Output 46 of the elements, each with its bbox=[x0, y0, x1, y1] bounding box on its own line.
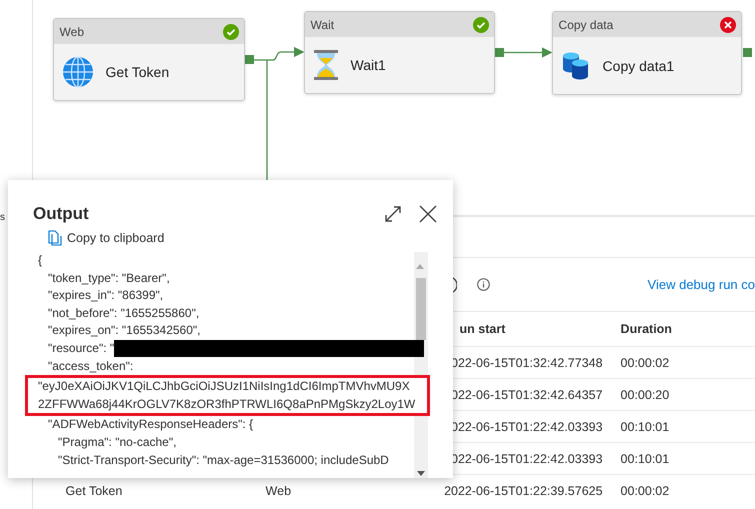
copy-icon bbox=[48, 230, 62, 246]
table-cell-text: 00:10:01 bbox=[620, 420, 670, 434]
code-line: "expires_in": "86399", bbox=[47, 287, 164, 304]
info-icon[interactable] bbox=[476, 278, 490, 291]
code-line: "ADFWebActivityResponseHeaders": { bbox=[47, 416, 254, 434]
table-cell-text: 022-06-15T01:22:42.03393 bbox=[450, 420, 604, 434]
close-icon[interactable] bbox=[417, 203, 439, 225]
activity-type: Copy data bbox=[558, 18, 614, 32]
activity-name: Wait1 bbox=[350, 57, 386, 73]
table-cell-text: 00:00:20 bbox=[620, 388, 670, 402]
table-cell-text: 00:00:02 bbox=[620, 356, 670, 370]
code-line: "expires_on": "1655342560", bbox=[47, 322, 200, 340]
code-line: "Strict-Transport-Security": "max-age=31536000; includeSubD bbox=[57, 452, 389, 469]
table-cell-text: 022-06-15T01:32:42.64357 bbox=[450, 388, 604, 402]
activity-type: Wait bbox=[310, 18, 334, 32]
scroll-thumb[interactable] bbox=[416, 278, 426, 340]
table-cell-text: 022-06-15T01:32:42.77348 bbox=[450, 356, 604, 370]
code-line: "not_before": "1655255860", bbox=[47, 304, 200, 322]
activity-node[interactable]: Copy data Copy data1 bbox=[552, 11, 742, 95]
activity-node[interactable]: Wait Wait1 bbox=[304, 11, 495, 94]
code-line: { bbox=[38, 252, 42, 269]
code-line: "token_type": "Bearer", bbox=[47, 270, 170, 287]
scroll-down-icon[interactable] bbox=[417, 471, 425, 476]
table-cell-text: 00:00:02 bbox=[620, 484, 670, 498]
sidebar-label: s bbox=[0, 212, 6, 223]
column-header[interactable]: Duration bbox=[610, 322, 755, 336]
code-line: "Pragma": "no-cache", bbox=[57, 434, 176, 451]
table-cell-text: 2022-06-15T01:22:39.57625 bbox=[444, 484, 604, 498]
code-line: "resource": " bbox=[47, 340, 114, 357]
table-cell-text: Web bbox=[266, 484, 292, 498]
code-line: "access_token": bbox=[47, 358, 134, 375]
table-cell-text: 00:10:01 bbox=[620, 452, 670, 466]
activity-name: Copy data1 bbox=[602, 58, 674, 74]
copy-to-clipboard-button[interactable]: Copy to clipboard bbox=[48, 230, 164, 246]
table-cell-text: Get Token bbox=[64, 484, 124, 498]
database-icon bbox=[560, 50, 591, 80]
activity-type: Web bbox=[60, 24, 84, 38]
table-cell-text: 022-06-15T01:22:42.03393 bbox=[450, 452, 604, 466]
dialog-title: Output bbox=[33, 204, 90, 224]
hourglass-icon bbox=[312, 49, 339, 81]
output-port[interactable] bbox=[742, 48, 752, 57]
debug-run-link[interactable]: View debug run co bbox=[648, 277, 755, 292]
globe-icon bbox=[62, 56, 94, 88]
activity-name: Get Token bbox=[106, 64, 170, 80]
connector-line bbox=[504, 47, 552, 58]
activity-node[interactable]: Web Get Token bbox=[52, 18, 245, 101]
